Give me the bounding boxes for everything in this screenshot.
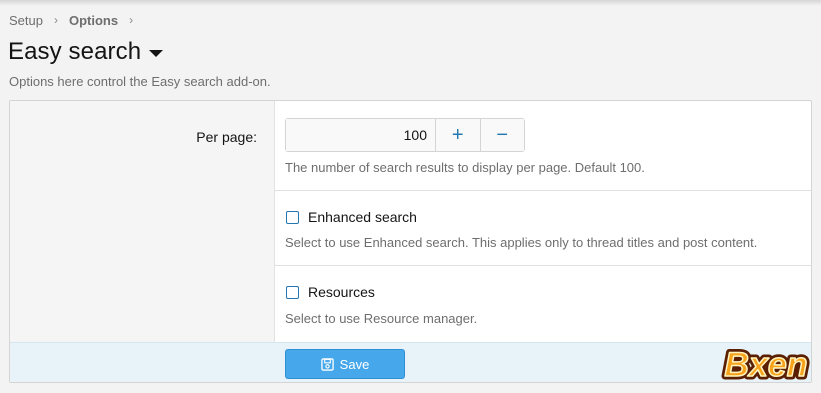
chevron-right-icon: › — [53, 13, 58, 27]
save-button[interactable]: Save — [285, 349, 405, 379]
plus-icon: + — [451, 123, 464, 146]
save-icon — [320, 357, 334, 371]
page-title: Easy search — [8, 38, 142, 65]
per-page-stepper: 100 + − — [285, 118, 525, 152]
bxen-logo: Bxen Bxen — [721, 343, 811, 388]
options-form: Per page: 100 + − The number of search r… — [9, 100, 812, 383]
resources-option[interactable]: Resources — [286, 284, 375, 300]
per-page-input[interactable]: 100 — [286, 119, 436, 151]
resources-checkbox[interactable] — [286, 285, 299, 299]
svg-text:Bxen: Bxen — [724, 346, 807, 384]
breadcrumb: Setup › Options › — [9, 12, 144, 28]
page: Setup › Options › Easy search Options he… — [0, 0, 821, 393]
breadcrumb-setup[interactable]: Setup — [9, 13, 43, 28]
minus-icon: − — [496, 123, 509, 146]
page-description: Options here control the Easy search add… — [9, 74, 271, 89]
label-column: Per page: — [10, 101, 275, 342]
resources-label[interactable]: Resources — [308, 284, 375, 300]
enhanced-search-label[interactable]: Enhanced search — [308, 209, 417, 225]
breadcrumb-options[interactable]: Options — [69, 13, 118, 28]
resources-hint: Select to use Resource manager. — [285, 311, 478, 326]
decrement-button[interactable]: − — [480, 119, 524, 151]
enhanced-search-hint: Select to use Enhanced search. This appl… — [285, 235, 758, 250]
form-footer: Save — [10, 342, 811, 382]
top-shadow — [0, 0, 821, 6]
row-divider — [275, 190, 811, 191]
caret-down-icon[interactable] — [149, 50, 164, 57]
per-page-label: Per page: — [196, 129, 257, 145]
enhanced-search-checkbox[interactable] — [286, 210, 299, 224]
row-divider — [275, 265, 811, 266]
save-label: Save — [339, 356, 370, 372]
chevron-right-icon: › — [129, 13, 134, 27]
title-row[interactable]: Easy search — [8, 36, 164, 68]
per-page-hint: The number of search results to display … — [285, 160, 645, 175]
enhanced-search-option[interactable]: Enhanced search — [286, 209, 417, 225]
increment-button[interactable]: + — [436, 119, 481, 151]
